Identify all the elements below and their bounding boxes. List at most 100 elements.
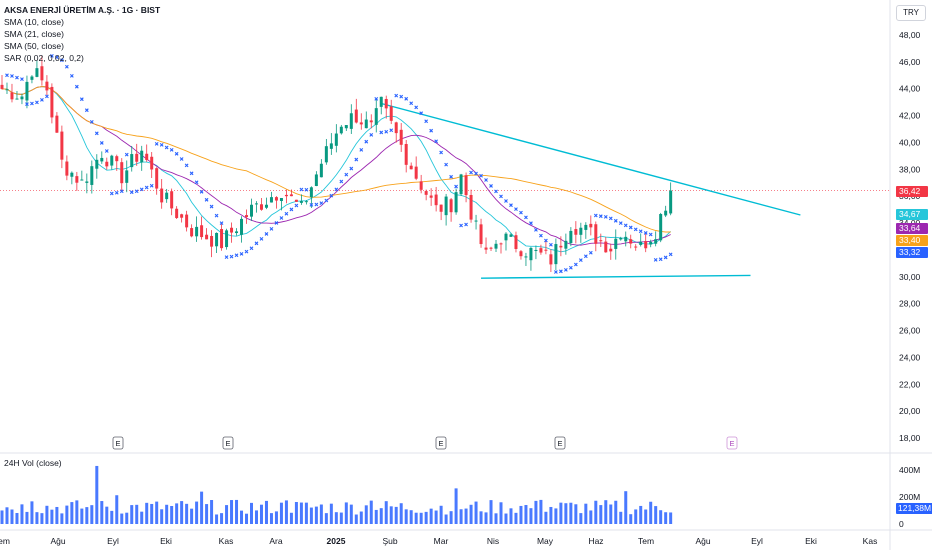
indicator-sma10[interactable]: SMA (10, close) [4, 16, 160, 28]
volume-bar [269, 513, 273, 524]
candle-body [324, 146, 328, 163]
volume-bar [589, 510, 593, 524]
volume-bar [504, 513, 508, 524]
volume-bar [70, 502, 74, 524]
volume-bar [90, 505, 94, 524]
candle-body [85, 181, 89, 183]
volume-bar [35, 512, 39, 524]
volume-tick-label: 200M [899, 492, 920, 502]
currency-button[interactable]: TRY [896, 5, 926, 21]
volume-bar [399, 503, 403, 524]
indicator-sar[interactable]: SAR (0,02, 0,02, 0,2) [4, 52, 160, 64]
candle-body [499, 243, 503, 245]
volume-bar [40, 513, 44, 524]
volume-bar [539, 499, 543, 524]
volume-bar [309, 507, 313, 524]
time-tick-label: em [0, 536, 10, 546]
volume-bar [15, 512, 19, 524]
earnings-marker-label: E [438, 439, 443, 448]
volume-bar [534, 500, 538, 524]
candle-body [339, 126, 343, 134]
volume-bar [230, 500, 234, 524]
price-label: 33,32 [899, 247, 921, 257]
candle-body [464, 175, 468, 196]
candle-body [409, 165, 413, 170]
volume-bar [439, 505, 443, 524]
volume-bar [469, 504, 473, 524]
volume-bar [394, 506, 398, 524]
volume-bar [359, 511, 363, 524]
volume-bar [624, 491, 628, 524]
volume-bar [140, 511, 144, 524]
volume-bar [105, 506, 109, 524]
candle-body [294, 199, 298, 202]
candle-body [55, 115, 59, 133]
volume-bar [324, 513, 328, 524]
candle-body [65, 161, 69, 176]
candle-body [165, 192, 169, 200]
volume-bar [185, 503, 189, 524]
candle-body [25, 81, 29, 101]
candle-body [669, 190, 673, 214]
volume-bar [519, 505, 523, 524]
candle-body [404, 143, 408, 165]
price-tick-label: 46,00 [899, 57, 921, 67]
volume-title[interactable]: 24H Vol (close) [4, 458, 62, 468]
volume-bar [200, 491, 204, 524]
volume-bar [434, 510, 438, 524]
candle-body [105, 161, 109, 167]
volume-bar [319, 504, 323, 524]
candle-body [195, 226, 199, 237]
candle-body [574, 229, 578, 235]
volume-bar [160, 509, 164, 524]
time-tick-label: Ağu [695, 536, 710, 546]
time-tick-label: Eki [805, 536, 817, 546]
price-tick-label: 42,00 [899, 111, 921, 121]
candle-body [439, 204, 443, 212]
volume-bar [344, 502, 348, 524]
candle-body [349, 113, 353, 129]
candle-body [30, 76, 34, 80]
candle-body [389, 106, 393, 121]
candle-body [449, 199, 453, 213]
candle-body [524, 256, 528, 258]
candle-body [70, 172, 74, 177]
chart-svg[interactable]: EEEEE 48,0046,0044,0042,0040,0038,0036,0… [0, 0, 932, 550]
candle-body [220, 229, 224, 249]
indicator-sma50[interactable]: SMA (50, close) [4, 40, 160, 52]
volume-bar [414, 512, 418, 524]
volume-bar [50, 509, 54, 524]
volume-bar [95, 465, 99, 524]
candle-body [659, 214, 663, 241]
volume-bar [549, 506, 553, 524]
candle-body [289, 194, 293, 197]
volume-bar [339, 512, 343, 524]
time-tick-label: Mar [434, 536, 449, 546]
candle-body [649, 241, 653, 245]
candle-body [215, 232, 219, 247]
volume-bar [424, 511, 428, 524]
volume-bar [85, 507, 89, 524]
indicator-sma21[interactable]: SMA (21, close) [4, 28, 160, 40]
volume-bar [389, 506, 393, 524]
candle-body [210, 235, 214, 247]
candle-body [299, 201, 303, 203]
volume-bar [264, 500, 268, 524]
candle-body [639, 241, 643, 245]
volume-bar [274, 511, 278, 524]
volume-bar [584, 503, 588, 524]
candle-body [489, 247, 493, 249]
price-tick-label: 22,00 [899, 379, 921, 389]
volume-bar [254, 510, 258, 524]
volume-bar [429, 508, 433, 524]
candle-body [120, 162, 124, 184]
candle-body [264, 204, 268, 208]
candle-body [394, 122, 398, 134]
candle-body [150, 156, 154, 170]
candle-body [334, 133, 338, 146]
volume-bar [529, 508, 533, 524]
volume-bar [150, 503, 154, 524]
candle-body [514, 235, 518, 249]
candle-body [250, 204, 253, 217]
symbol-title[interactable]: AKSA ENERJİ ÜRETİM A.Ş. · 1G · BIST [4, 4, 160, 16]
